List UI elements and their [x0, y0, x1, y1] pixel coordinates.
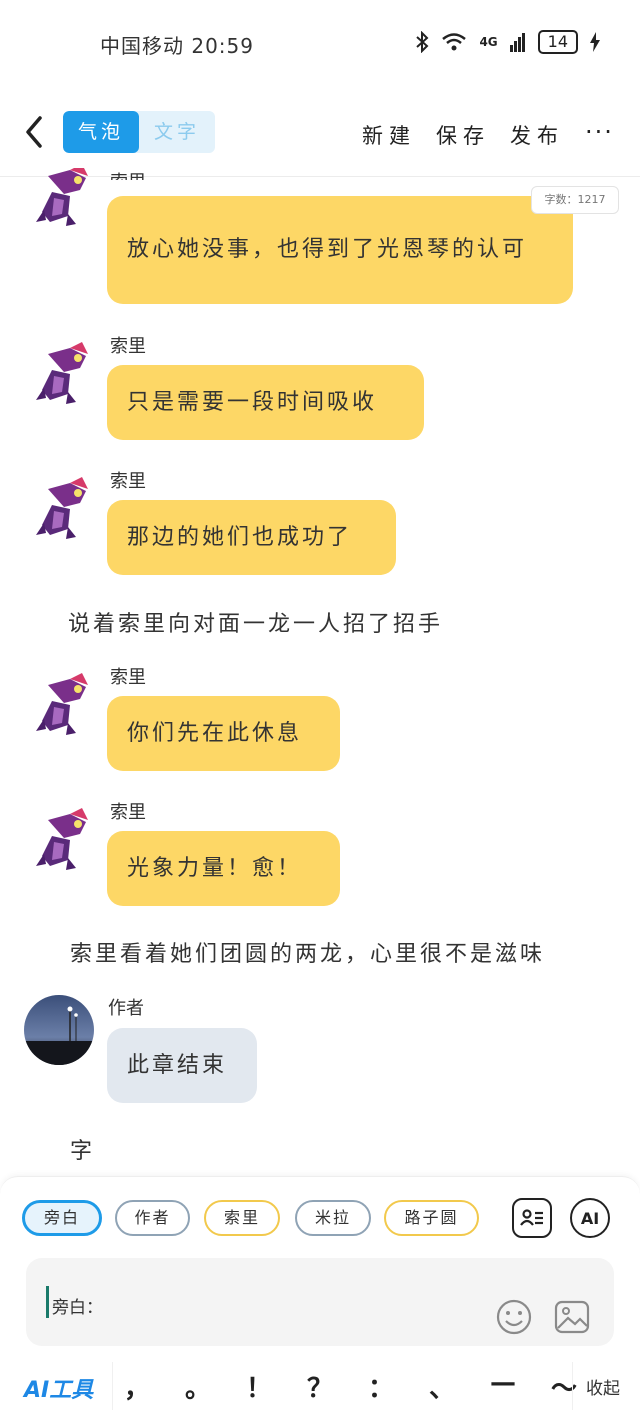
status-carrier: 中国移动 20:59 [100, 30, 254, 59]
ai-tools-button[interactable]: AI工具 [24, 1372, 93, 1404]
charging-icon [590, 32, 600, 52]
message-sender: 索里 [110, 667, 146, 688]
battery-indicator: 14 [537, 30, 578, 54]
collapse-button[interactable]: 收起 [586, 1374, 620, 1399]
status-bar: 中国移动 20:59 4G 14 [0, 0, 640, 88]
role-chip-luziyuan[interactable]: 路子圆 [384, 1200, 479, 1236]
message-bubble[interactable]: 此章结束 [107, 1028, 257, 1103]
tool-separator [572, 1362, 573, 1410]
message-bubble[interactable]: 那边的她们也成功了 [107, 500, 396, 575]
narration-text[interactable]: 说着索里向对面一龙一人招了招手 [68, 606, 443, 638]
message-sender: 索里 [110, 802, 146, 823]
save-button[interactable]: 保存 [436, 120, 490, 150]
wifi-icon [442, 33, 467, 51]
role-manager-button[interactable] [512, 1198, 552, 1238]
text-cursor [46, 1286, 49, 1318]
role-chip-mila[interactable]: 米拉 [295, 1200, 371, 1236]
narration-text[interactable]: 索里看着她们团圆的两龙，心里很不是滋味 [70, 936, 545, 968]
message-bubble[interactable]: 放心她没事，也得到了光恩琴的认可 [107, 196, 573, 304]
new-button[interactable]: 新建 [362, 120, 416, 150]
message-bubble[interactable]: 只是需要一段时间吸收 [107, 365, 424, 440]
carrier-name: 中国移动 [100, 34, 184, 58]
message-sender: 索里 [110, 471, 146, 492]
top-toolbar: 气泡 文字 新建 保存 发布 ··· [0, 100, 640, 166]
mode-switch: 气泡 文字 [63, 111, 215, 153]
back-arrow-icon[interactable] [20, 114, 50, 150]
tab-text[interactable]: 文字 [139, 111, 215, 153]
image-icon[interactable] [553, 1298, 591, 1336]
status-time: 20:59 [191, 34, 254, 58]
message-sender: 索里 [110, 168, 146, 180]
input-role-label: 旁白： [52, 1298, 103, 1318]
more-menu-button[interactable]: ··· [585, 118, 614, 146]
bluetooth-icon [416, 31, 429, 53]
dragon-avatar-icon[interactable] [30, 168, 102, 228]
dragon-avatar-icon[interactable] [30, 665, 102, 737]
message-sender: 作者 [108, 998, 144, 1019]
message-bubble[interactable]: 你们先在此休息 [107, 696, 340, 771]
punct-exclamation-button[interactable]: ！ [244, 1368, 274, 1405]
dragon-avatar-icon[interactable] [30, 334, 102, 406]
ai-button[interactable]: AI [570, 1198, 610, 1238]
word-count-badge: 字数：1217 [531, 186, 619, 214]
tool-separator [112, 1362, 113, 1410]
role-chip-author[interactable]: 作者 [115, 1200, 190, 1236]
punct-period-button[interactable]: 。 [183, 1368, 213, 1405]
role-chip-narrator[interactable]: 旁白 [22, 1200, 102, 1236]
punct-dash-button[interactable]: — [488, 1368, 518, 1398]
publish-button[interactable]: 发布 [510, 120, 564, 150]
message-bubble[interactable]: 光象力量！愈！ [107, 831, 340, 906]
message-sender: 索里 [110, 336, 146, 357]
punct-question-button[interactable]: ？ [305, 1368, 335, 1405]
network-label: 4G [479, 35, 498, 49]
punct-colon-button[interactable]: ： [366, 1368, 396, 1405]
emoji-icon[interactable] [495, 1298, 533, 1336]
tab-bubble[interactable]: 气泡 [63, 111, 139, 153]
narration-text[interactable]: 字 [70, 1133, 95, 1165]
punct-dunhao-button[interactable]: 、 [427, 1368, 457, 1405]
role-chip-suoli[interactable]: 索里 [204, 1200, 280, 1236]
punct-tilde-button[interactable]: ～ [549, 1368, 579, 1405]
signal-icon [509, 33, 525, 52]
punct-comma-button[interactable]: ， [122, 1368, 152, 1405]
status-icons: 4G 14 [415, 30, 600, 54]
author-avatar[interactable] [24, 995, 94, 1065]
contact-card-icon [520, 1209, 543, 1226]
dragon-avatar-icon[interactable] [30, 800, 102, 872]
dragon-avatar-icon[interactable] [30, 469, 102, 541]
